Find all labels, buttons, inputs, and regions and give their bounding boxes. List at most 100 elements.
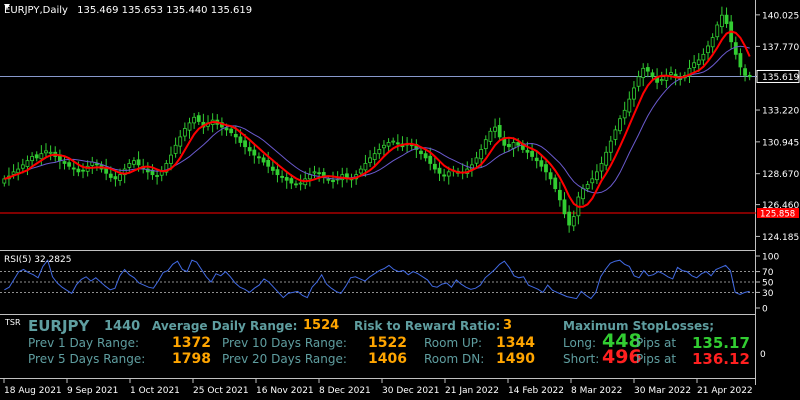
chart-symbol-timeframe: EURJPY,Daily <box>4 5 68 16</box>
candle-body <box>599 163 604 172</box>
time-tick-label: 16 Nov 2021 <box>256 386 314 396</box>
candle-body <box>710 37 715 48</box>
candle-body <box>747 74 752 78</box>
candle-body <box>224 127 229 131</box>
candle-body <box>317 172 322 175</box>
candle-body <box>534 157 539 162</box>
prev20-value: 1406 <box>368 351 407 367</box>
candle-body <box>178 136 183 147</box>
prev10-label: Prev 10 Days Range: <box>222 336 347 350</box>
rsi-pane <box>0 259 756 300</box>
candle-body <box>25 160 30 167</box>
candle-body <box>669 72 673 75</box>
price-tick-label: 124.185 <box>762 233 799 243</box>
candle-body <box>247 147 252 152</box>
candle-body <box>562 199 567 215</box>
candle-body <box>432 163 437 170</box>
candle-body <box>136 159 141 166</box>
candle-body <box>539 160 544 167</box>
candle-body <box>525 149 530 153</box>
candle-body <box>76 168 81 173</box>
candle-body <box>358 168 363 174</box>
candle-body <box>233 133 238 138</box>
price-tick-label: 133.220 <box>762 107 799 117</box>
short-pips-at-label: Pips at <box>636 352 677 366</box>
candle-body <box>692 62 697 68</box>
roomup-label: Room UP: <box>424 336 483 350</box>
candle-body <box>127 163 132 168</box>
rsi-tick-label: 70 <box>762 268 774 278</box>
time-tick-label: 18 Aug 2021 <box>4 386 62 396</box>
candle-body <box>307 174 312 180</box>
candle-body <box>187 122 192 131</box>
candle-body <box>632 87 636 100</box>
candle-body <box>243 140 247 148</box>
time-axis: 18 Aug 2021 9 Sep 2021 1 Oct 2021 25 Oct 20… <box>3 379 753 396</box>
candle-body <box>71 167 76 170</box>
time-tick-label: 21 Jan 2022 <box>445 386 499 396</box>
rsi-tick-label: 30 <box>762 289 774 299</box>
time-tick-label: 9 Sep 2021 <box>67 386 118 396</box>
candle-body <box>386 142 391 147</box>
candle-body <box>326 178 331 181</box>
candle-body <box>595 171 599 181</box>
rsi-tick-label: 50 <box>762 279 774 289</box>
roomup-value: 1344 <box>496 335 535 351</box>
time-tick-label: 8 Mar 2022 <box>571 386 622 396</box>
tsr-tag: TSR <box>5 318 21 327</box>
candle-body <box>395 142 400 145</box>
time-tick-label: 25 Oct 2021 <box>193 386 249 396</box>
tsr-axis-zero: 0 <box>760 350 766 360</box>
candle-body <box>261 157 266 163</box>
candle-body <box>192 116 197 124</box>
candle-body <box>39 153 44 160</box>
candle-body <box>266 159 271 167</box>
candle-body <box>738 53 743 68</box>
candle-body <box>81 169 85 172</box>
candle-body <box>613 129 618 140</box>
candle-body <box>372 153 377 160</box>
candle-body <box>16 168 21 174</box>
candle-body <box>48 151 53 154</box>
candle-body <box>169 154 173 164</box>
candle-body <box>30 156 34 162</box>
candle-body <box>196 115 201 122</box>
candle-body <box>312 171 317 174</box>
level-price-label: 125.858 <box>760 210 795 220</box>
candle-body <box>608 140 613 153</box>
adr-value: 1524 <box>303 318 340 333</box>
candle-body <box>62 161 67 164</box>
rsi-tick-label: 0 <box>762 305 768 315</box>
candle-body <box>229 128 234 134</box>
candle-body <box>182 128 187 137</box>
candle-body <box>571 216 576 227</box>
candle-body <box>67 162 72 167</box>
candle-body <box>516 142 521 146</box>
candle-body <box>733 42 738 55</box>
candle-body <box>155 175 159 177</box>
candle-body <box>720 14 724 28</box>
candle-body <box>479 149 484 160</box>
candle-body <box>428 155 433 164</box>
candle-body <box>391 140 396 143</box>
candle-body <box>724 14 729 24</box>
candle-body <box>377 149 382 155</box>
candle-body <box>442 174 447 177</box>
candle-body <box>474 157 479 164</box>
candle-body <box>132 160 136 165</box>
candle-body <box>289 178 294 184</box>
candle-body <box>701 53 706 61</box>
price-pane <box>0 6 756 233</box>
candle-body <box>696 59 701 65</box>
candle-body <box>483 139 488 150</box>
candle-body <box>257 156 261 159</box>
candle-body <box>284 177 289 181</box>
price-tick-label: 130.945 <box>762 138 799 148</box>
adr-label: Average Daily Range: <box>152 319 298 333</box>
candle-body <box>446 171 451 177</box>
candle-body <box>706 45 710 54</box>
candle-body <box>650 72 655 78</box>
time-tick-label: 1 Oct 2021 <box>130 386 180 396</box>
long-pips-at-label: Pips at <box>636 336 677 350</box>
candle-body <box>44 150 48 154</box>
